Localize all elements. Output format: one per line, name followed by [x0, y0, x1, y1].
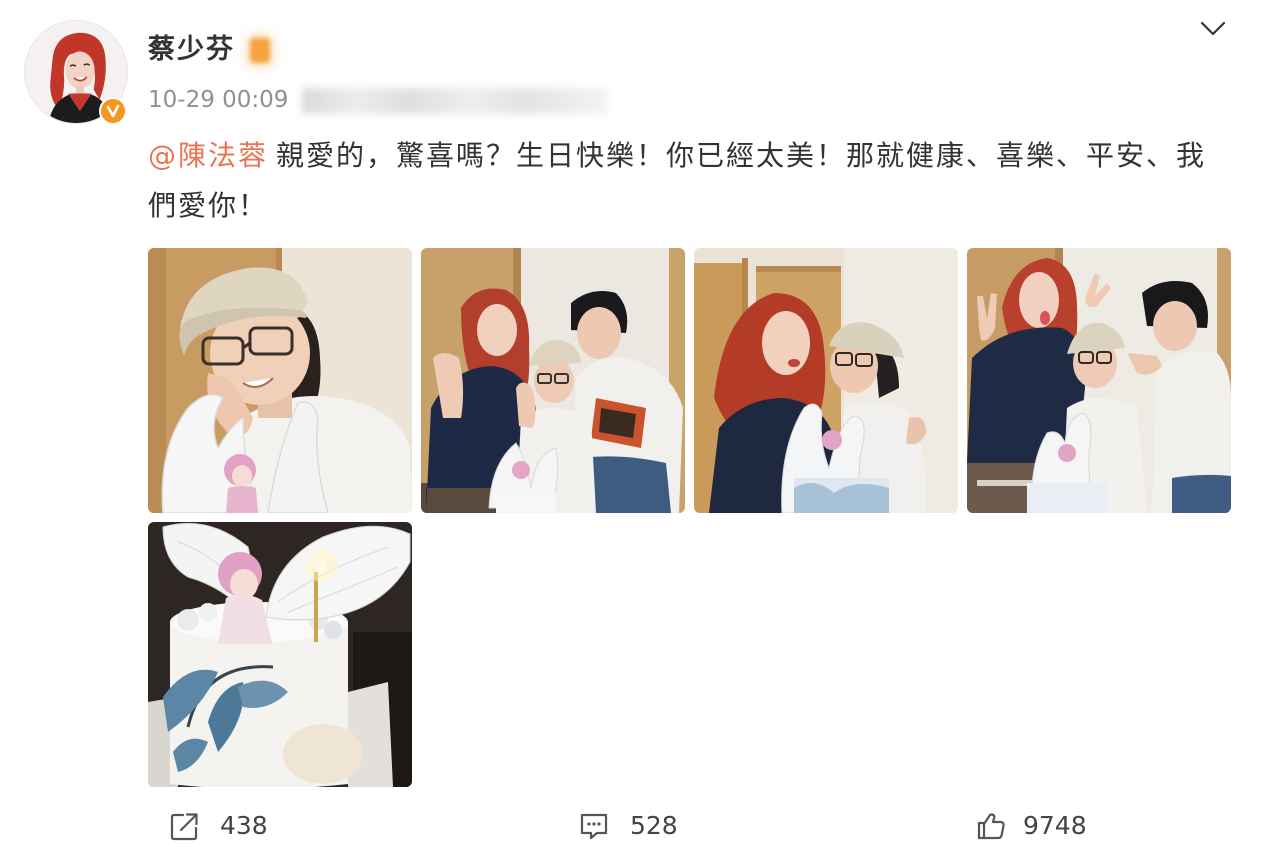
post-source-redacted	[302, 88, 608, 114]
post-image-2[interactable]	[421, 248, 685, 513]
verified-badge-icon	[99, 97, 127, 125]
post-image-5[interactable]	[148, 522, 412, 787]
mention-link[interactable]: @陳法蓉	[148, 139, 268, 172]
thumbs-up-icon	[977, 813, 1005, 840]
share-count: 438	[220, 811, 268, 840]
share-button[interactable]: 438	[168, 810, 268, 842]
photo-content	[421, 248, 685, 513]
post-timestamp[interactable]: 10-29 00:09	[148, 86, 288, 114]
post-image-4[interactable]	[967, 248, 1231, 513]
photo-content	[694, 248, 958, 513]
comment-count: 528	[630, 811, 678, 840]
chevron-down-icon[interactable]	[1199, 19, 1227, 39]
photo-content	[148, 522, 412, 787]
share-icon	[170, 813, 198, 841]
like-button[interactable]: 9748	[975, 810, 1087, 842]
post-body-text: 親愛的，驚喜嗎？生日快樂！你已經太美！那就健康、喜樂、平安、我們愛你！	[148, 139, 1207, 222]
like-count: 9748	[1023, 811, 1087, 840]
comment-icon	[580, 813, 608, 840]
comment-button[interactable]: 528	[578, 810, 678, 842]
photo-content	[148, 248, 412, 513]
photo-content	[967, 248, 1231, 513]
post-text: @陳法蓉 親愛的，驚喜嗎？生日快樂！你已經太美！那就健康、喜樂、平安、我們愛你！	[148, 131, 1216, 231]
author-name[interactable]: 蔡少芬	[148, 33, 235, 67]
post-image-3[interactable]	[694, 248, 958, 513]
member-badge-icon	[250, 38, 270, 63]
post-image-1[interactable]	[148, 248, 412, 513]
